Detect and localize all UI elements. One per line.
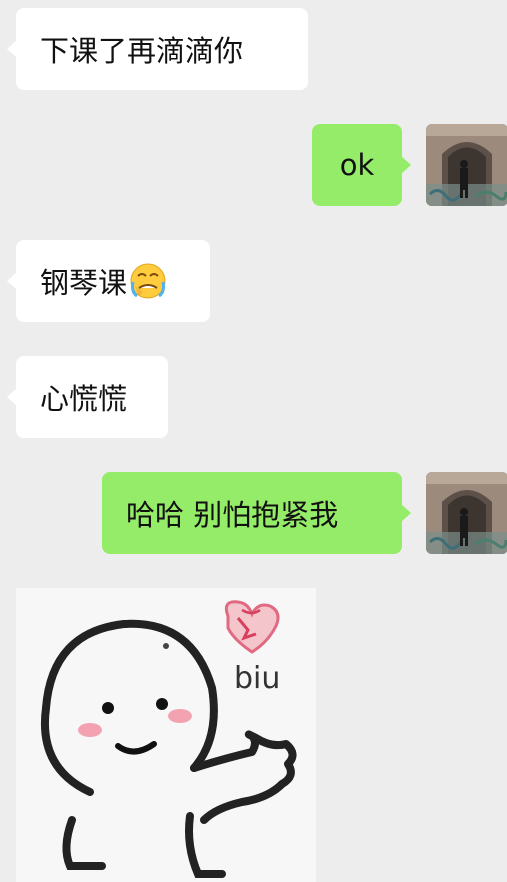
- message-text: 心慌慌: [40, 382, 128, 416]
- message-text: ok: [339, 148, 375, 182]
- biu-sticker-image: biu: [41, 600, 297, 878]
- message-bubble-incoming[interactable]: 钢琴课: [7, 240, 210, 322]
- message-bubble-outgoing[interactable]: 哈哈 别怕抱紧我: [102, 472, 411, 554]
- user-avatar[interactable]: [426, 124, 507, 206]
- message-bubble-incoming[interactable]: 下课了再滴滴你: [7, 8, 308, 90]
- message-text: 钢琴课: [40, 266, 128, 300]
- message-text: 下课了再滴滴你: [40, 34, 244, 68]
- message-bubble-outgoing[interactable]: ok: [312, 124, 411, 206]
- user-avatar[interactable]: [426, 472, 507, 554]
- sticker-caption: biu: [234, 661, 280, 696]
- chat-area: 下课了再滴滴你 ok 钢琴课 心慌慌 哈哈 别怕抱紧我 biu: [0, 0, 507, 882]
- sticker-message[interactable]: biu: [16, 588, 316, 882]
- message-bubble-incoming[interactable]: 心慌慌: [7, 356, 168, 438]
- crying-face-emoji-icon: [129, 262, 167, 300]
- message-text: 哈哈 别怕抱紧我: [126, 498, 339, 532]
